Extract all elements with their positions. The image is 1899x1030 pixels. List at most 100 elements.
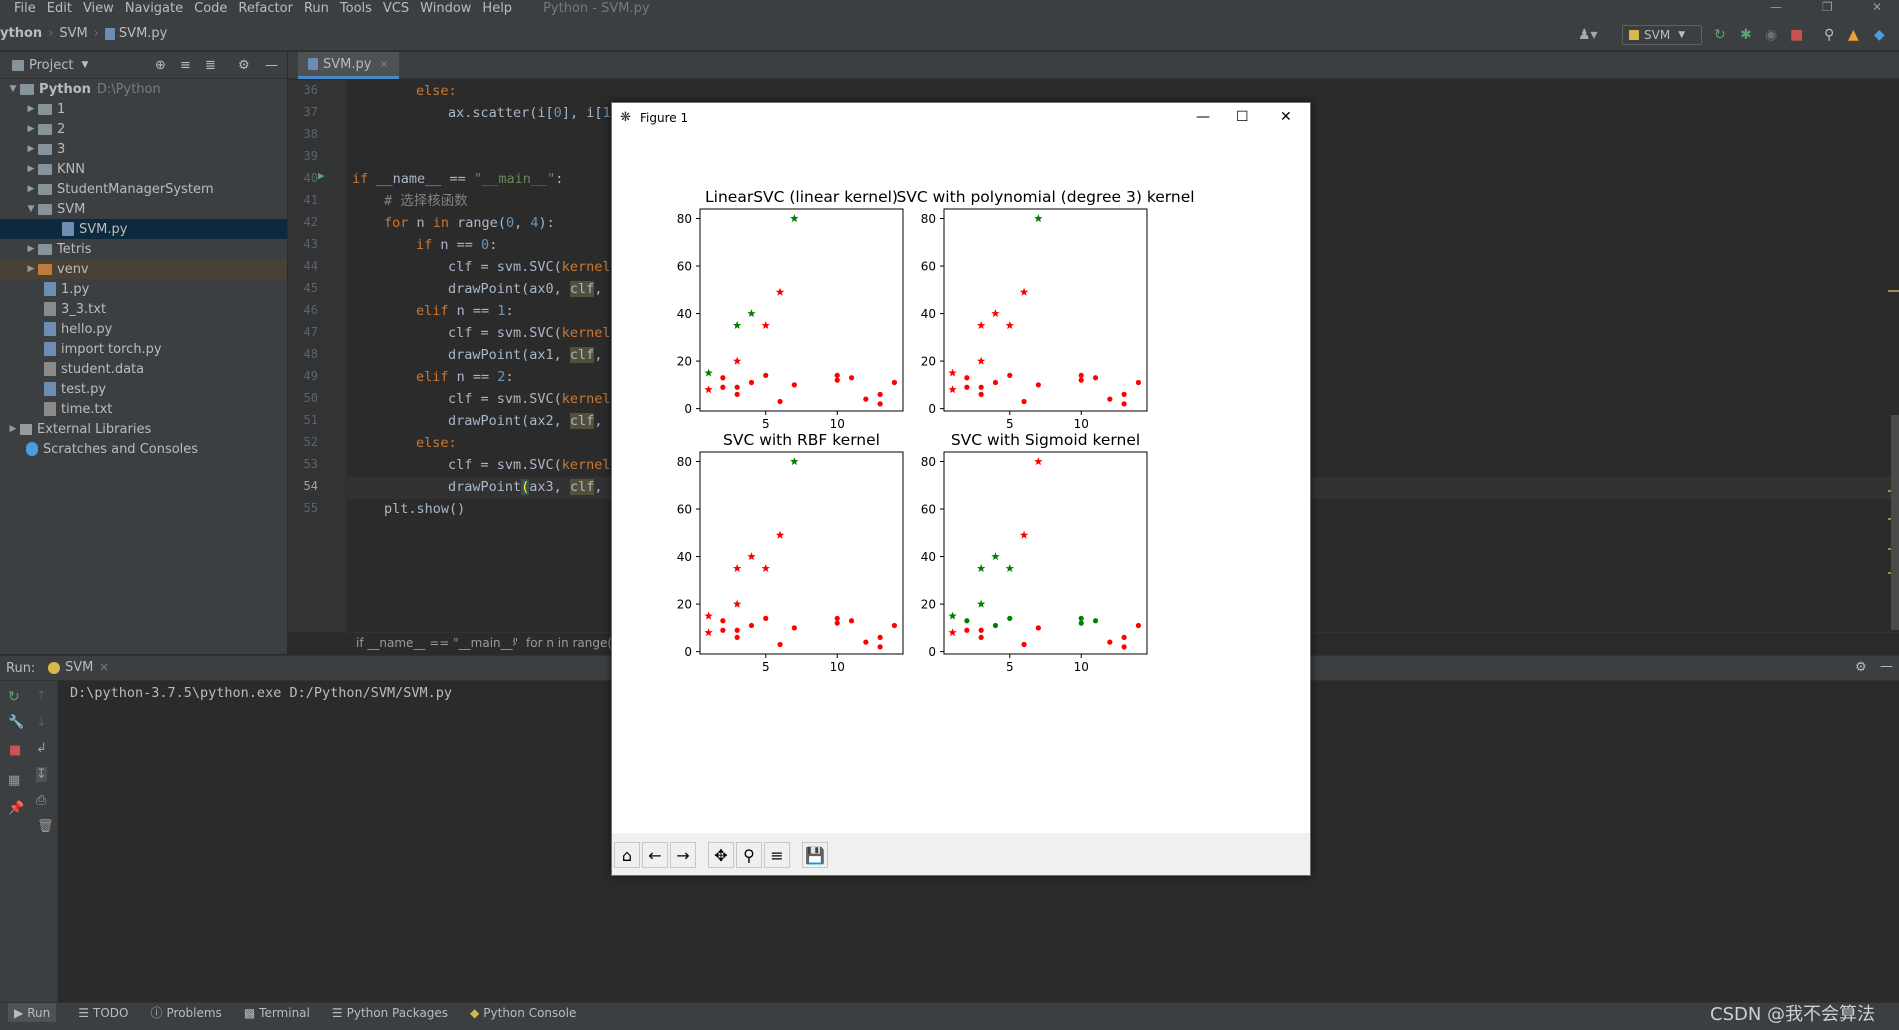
tree-item-svm[interactable]: ▼ SVM bbox=[0, 199, 287, 219]
coverage-icon[interactable]: ◉ bbox=[1765, 27, 1777, 43]
maximize-icon[interactable]: ☐ bbox=[1236, 109, 1249, 125]
tool-tab-todo[interactable]: ☰ TODO bbox=[78, 1006, 128, 1020]
collapsed-icon[interactable]: ▶ bbox=[24, 244, 38, 254]
menu-file[interactable]: File bbox=[14, 1, 36, 16]
tree-item-3[interactable]: ▶ 3 bbox=[0, 139, 287, 159]
tree-item-hello-py[interactable]: hello.py bbox=[0, 319, 287, 339]
wrench-icon[interactable]: 🔧 bbox=[8, 715, 24, 730]
restore-icon[interactable]: ❐ bbox=[1822, 0, 1833, 14]
tool-tab-problems[interactable]: ⓘ Problems bbox=[150, 1004, 221, 1021]
tree-item-test-py[interactable]: test.py bbox=[0, 379, 287, 399]
forward-icon[interactable]: → bbox=[670, 842, 696, 868]
expanded-icon[interactable]: ▼ bbox=[24, 204, 38, 214]
breadcrumb-folder[interactable]: SVM bbox=[59, 26, 87, 41]
stop-icon[interactable]: ■ bbox=[9, 743, 21, 758]
tree-item-1-py[interactable]: 1.py bbox=[0, 279, 287, 299]
collapsed-icon[interactable]: ▶ bbox=[6, 424, 20, 434]
tree-item-scratches[interactable]: Scratches and Consoles bbox=[0, 439, 287, 459]
arrow-down-icon[interactable]: ↓ bbox=[36, 715, 47, 730]
collapsed-icon[interactable]: ▶ bbox=[24, 144, 38, 154]
close-tab-icon[interactable]: ✕ bbox=[379, 58, 388, 71]
collapsed-icon[interactable]: ▶ bbox=[24, 164, 38, 174]
menu-run[interactable]: Run bbox=[304, 1, 329, 16]
rerun-icon[interactable]: ↻ bbox=[8, 689, 20, 705]
breadcrumb-file[interactable]: SVM.py bbox=[119, 26, 167, 41]
menu-code[interactable]: Code bbox=[194, 1, 227, 16]
tree-item-time-txt[interactable]: time.txt bbox=[0, 399, 287, 419]
tool-tab-python-console[interactable]: ◆ Python Console bbox=[470, 1006, 576, 1020]
locate-icon[interactable]: ⊕ bbox=[155, 58, 166, 73]
hide-icon[interactable]: — bbox=[1880, 659, 1893, 674]
stop-icon[interactable]: ■ bbox=[1790, 27, 1803, 43]
menu-tools[interactable]: Tools bbox=[340, 1, 372, 16]
editor-scrollbar[interactable] bbox=[1891, 415, 1899, 630]
chevron-down-icon[interactable]: ▼ bbox=[81, 60, 88, 70]
figure-canvas[interactable]: LinearSVC (linear kernel)0204060805 10SVC… bbox=[612, 133, 1310, 833]
gear-icon[interactable]: ⚙ bbox=[1855, 660, 1867, 675]
plugin-icon[interactable]: ◆ bbox=[1874, 27, 1885, 43]
configure-subplots-icon[interactable]: ≡ bbox=[764, 842, 790, 868]
soft-wrap-icon[interactable]: ↲ bbox=[36, 741, 47, 756]
menu-refactor[interactable]: Refactor bbox=[238, 1, 293, 16]
trash-icon[interactable]: 🗑 bbox=[37, 819, 54, 834]
tree-item-3-3-txt[interactable]: 3_3.txt bbox=[0, 299, 287, 319]
debug-icon[interactable]: ✱ bbox=[1740, 27, 1752, 43]
close-icon[interactable]: ✕ bbox=[1872, 0, 1882, 14]
tree-item-import-torch-py[interactable]: import torch.py bbox=[0, 339, 287, 359]
project-panel-title[interactable]: Project bbox=[29, 58, 73, 73]
figure-titlebar[interactable]: ❋ Figure 1 — ☐ ✕ bbox=[612, 103, 1310, 133]
breadcrumb-for-loop[interactable]: for n in range( bbox=[526, 636, 612, 650]
run-gutter-icon[interactable]: ▶ bbox=[318, 169, 325, 182]
layout-icon[interactable]: ▦ bbox=[8, 773, 20, 788]
tree-item-svm-py[interactable]: SVM.py bbox=[0, 219, 287, 239]
collapsed-icon[interactable]: ▶ bbox=[24, 184, 38, 194]
expand-all-icon[interactable]: ≡ bbox=[180, 58, 191, 73]
run-config-select[interactable]: SVM ▼ bbox=[1622, 25, 1702, 45]
close-tab-icon[interactable]: ✕ bbox=[99, 661, 108, 674]
menu-help[interactable]: Help bbox=[482, 1, 512, 16]
tab-svm-py[interactable]: SVM.py ✕ bbox=[298, 52, 399, 79]
zoom-icon[interactable]: ⚲ bbox=[736, 842, 762, 868]
save-icon[interactable]: 💾 bbox=[802, 842, 828, 868]
run-tab-svm[interactable]: SVM ✕ bbox=[48, 660, 109, 675]
menu-vcs[interactable]: VCS bbox=[383, 1, 409, 16]
update-icon[interactable]: ▲ bbox=[1848, 27, 1859, 43]
menu-navigate[interactable]: Navigate bbox=[125, 1, 183, 16]
tree-item-student-data[interactable]: student.data bbox=[0, 359, 287, 379]
arrow-up-icon[interactable]: ↑ bbox=[36, 689, 47, 704]
rerun-icon[interactable]: ↻ bbox=[1714, 27, 1726, 43]
tree-item-external-libraries[interactable]: ▶ External Libraries bbox=[0, 419, 287, 439]
tree-item-1[interactable]: ▶ 1 bbox=[0, 99, 287, 119]
tree-item-2[interactable]: ▶ 2 bbox=[0, 119, 287, 139]
home-icon[interactable]: ⌂ bbox=[614, 842, 640, 868]
breadcrumb-if-main[interactable]: if __name__ == "__main__" bbox=[356, 636, 518, 650]
collapsed-icon[interactable]: ▶ bbox=[24, 124, 38, 134]
close-icon[interactable]: ✕ bbox=[1280, 109, 1292, 125]
tree-root[interactable]: ▼ Python D:\Python bbox=[0, 79, 287, 99]
pin-icon[interactable]: 📌 bbox=[8, 801, 24, 816]
collapsed-icon[interactable]: ▶ bbox=[24, 104, 38, 114]
menu-edit[interactable]: Edit bbox=[47, 1, 72, 16]
user-icon[interactable]: ♟▾ bbox=[1578, 27, 1598, 43]
collapsed-icon[interactable]: ▶ bbox=[24, 264, 38, 274]
search-icon[interactable]: ⚲ bbox=[1824, 27, 1834, 43]
gear-icon[interactable]: ⚙ bbox=[238, 58, 250, 73]
back-icon[interactable]: ← bbox=[642, 842, 668, 868]
tool-tab-run[interactable]: ▶ Run bbox=[8, 1002, 57, 1023]
tree-item-tetris[interactable]: ▶ Tetris bbox=[0, 239, 287, 259]
pan-icon[interactable]: ✥ bbox=[708, 842, 734, 868]
tree-item-studentmanager[interactable]: ▶ StudentManagerSystem bbox=[0, 179, 287, 199]
minimize-icon[interactable]: — bbox=[1196, 109, 1210, 125]
collapse-all-icon[interactable]: ≣ bbox=[205, 58, 216, 73]
hide-icon[interactable]: — bbox=[265, 58, 278, 73]
figure-window[interactable]: ❋ Figure 1 — ☐ ✕ LinearSVC (linear kerne… bbox=[611, 102, 1311, 876]
menu-view[interactable]: View bbox=[83, 1, 114, 16]
tool-tab-python-packages[interactable]: ☰ Python Packages bbox=[332, 1006, 448, 1020]
print-icon[interactable]: ⎙ bbox=[36, 793, 46, 808]
breadcrumb-project[interactable]: ython bbox=[0, 26, 42, 41]
expanded-icon[interactable]: ▼ bbox=[6, 84, 20, 94]
tool-tab-terminal[interactable]: ▩ Terminal bbox=[244, 1006, 310, 1020]
tree-item-knn[interactable]: ▶ KNN bbox=[0, 159, 287, 179]
scroll-to-end-icon[interactable]: ↧ bbox=[36, 767, 47, 782]
menu-window[interactable]: Window bbox=[420, 1, 471, 16]
